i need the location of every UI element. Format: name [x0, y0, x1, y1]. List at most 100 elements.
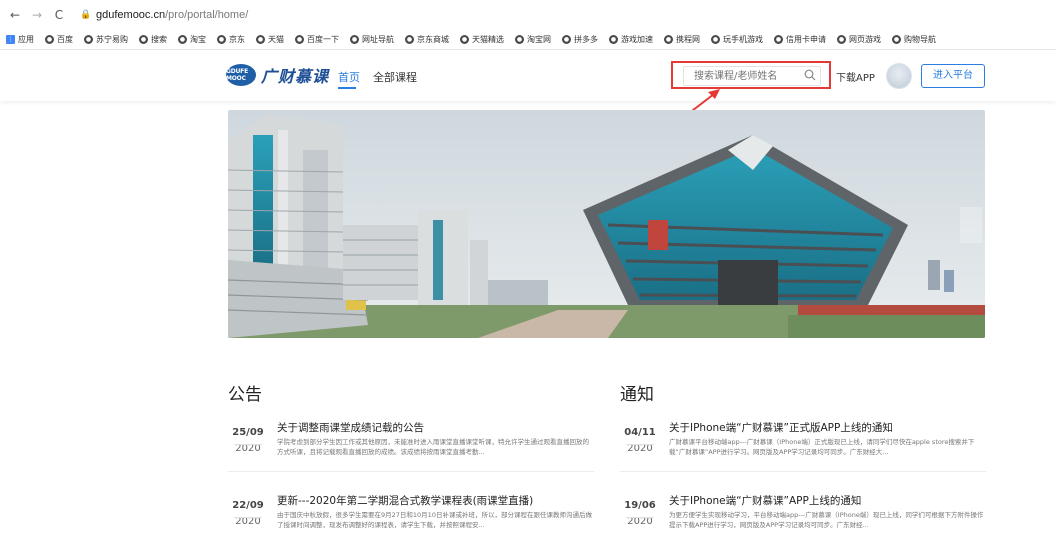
search-icon[interactable]: [804, 69, 816, 81]
notice-title[interactable]: 关于IPhone端“广财慕课”APP上线的通知: [669, 493, 861, 508]
globe-icon: ●: [664, 35, 673, 44]
bookmark-label: 天猫: [268, 35, 284, 44]
bookmark-label: 苏宁易购: [96, 35, 128, 44]
announcement-item[interactable]: 22/09 2020 更新---2020年第二学期混合式教学课程表(雨课堂直播)…: [228, 489, 594, 545]
notices-title: 通知: [620, 385, 654, 405]
bookmark-item[interactable]: ● 天猫: [256, 34, 284, 45]
bookmark-item[interactable]: ● 百度: [45, 34, 73, 45]
globe-icon: ●: [45, 35, 54, 44]
bookmark-item[interactable]: ● 购物导航: [892, 34, 936, 45]
bookmark-label: 游戏加速: [621, 35, 653, 44]
forward-icon[interactable]: →: [30, 8, 44, 22]
bookmark-label: 京东商城: [417, 35, 449, 44]
bookmark-item[interactable]: ● 百度一下: [295, 34, 339, 45]
globe-icon: ●: [711, 35, 720, 44]
date-divider: [234, 517, 262, 518]
notice-title[interactable]: 关于IPhone端“广财慕课”正式版APP上线的通知: [669, 420, 893, 435]
bookmark-label: 搜索: [151, 35, 167, 44]
date-divider: [626, 517, 654, 518]
bookmark-label: 信用卡申请: [786, 35, 826, 44]
announcement-desc: 由于国庆中秋放假，很多学生需要在9月27日和10月10日补课或补班，所以，部分课…: [277, 511, 592, 529]
bookmarks-bar: ⋮ 应用 ● 百度 ● 苏宁易购 ● 搜索 ● 淘宝 ● 京东 ● 天猫 ● 百度一下 ● 网址导…: [0, 30, 1056, 50]
globe-icon: ●: [295, 35, 304, 44]
globe-icon: ●: [217, 35, 226, 44]
divider: [228, 471, 594, 472]
date-month-day: 22/09: [232, 500, 264, 511]
bookmark-label: 京东: [229, 35, 245, 44]
bookmark-item[interactable]: ● 游戏加速: [609, 34, 653, 45]
globe-icon: ●: [774, 35, 783, 44]
divider: [620, 471, 986, 472]
announcements-title: 公告: [228, 385, 262, 405]
enter-platform-button[interactable]: 进入平台: [921, 64, 985, 88]
nav-home[interactable]: 首页: [338, 69, 360, 85]
reload-icon[interactable]: C: [52, 8, 66, 22]
announcement-title[interactable]: 关于调整雨课堂成绩记载的公告: [277, 420, 424, 435]
bookmark-label: 淘宝网: [527, 35, 551, 44]
bookmark-label: 玩手机游戏: [723, 35, 763, 44]
site-header: GDUFE MOOC 广财慕课 首页 全部课程 下载APP 进入平台: [0, 51, 1056, 101]
globe-icon: ●: [350, 35, 359, 44]
bookmark-item[interactable]: ● 京东: [217, 34, 245, 45]
download-app-link[interactable]: 下载APP: [836, 69, 875, 84]
bookmark-item[interactable]: ● 天猫精选: [460, 34, 504, 45]
search-input[interactable]: [683, 66, 821, 86]
back-icon[interactable]: ←: [8, 8, 22, 22]
url-text[interactable]: gdufemooc.cn/pro/portal/home/: [96, 9, 248, 21]
globe-icon: ●: [139, 35, 148, 44]
globe-icon: ●: [405, 35, 414, 44]
bookmark-item[interactable]: ● 苏宁易购: [84, 34, 128, 45]
bookmark-item[interactable]: ● 玩手机游戏: [711, 34, 763, 45]
date-divider: [234, 444, 262, 445]
bookmark-item[interactable]: ● 网页游戏: [837, 34, 881, 45]
apps-icon: ⋮: [6, 35, 15, 44]
lock-icon[interactable]: 🔒: [80, 9, 91, 21]
logo-mark: GDUFE MOOC: [226, 64, 256, 86]
bookmark-item[interactable]: ● 淘宝网: [515, 34, 551, 45]
url-domain: gdufemooc.cn: [96, 9, 166, 21]
bookmark-apps[interactable]: ⋮ 应用: [6, 34, 34, 45]
globe-icon: ●: [84, 35, 93, 44]
date-month-day: 04/11: [624, 427, 656, 438]
date-box: 04/11 2020: [620, 422, 660, 466]
bookmark-item[interactable]: ● 搜索: [139, 34, 167, 45]
globe-icon: ●: [256, 35, 265, 44]
bookmark-label: 天猫精选: [472, 35, 504, 44]
browser-address-bar: ← → C 🔒 gdufemooc.cn/pro/portal/home/: [0, 0, 1056, 30]
site-logo[interactable]: GDUFE MOOC 广财慕课: [226, 63, 329, 87]
bookmark-label: 淘宝: [190, 35, 206, 44]
bookmark-item[interactable]: ● 网址导航: [350, 34, 394, 45]
globe-icon: ●: [562, 35, 571, 44]
bookmark-item[interactable]: ● 携程网: [664, 34, 700, 45]
notice-item[interactable]: 04/11 2020 关于IPhone端“广财慕课”正式版APP上线的通知 广财…: [620, 416, 986, 472]
bookmark-label: 百度: [57, 35, 73, 44]
logo-text: 广财慕课: [261, 67, 330, 86]
date-box: 22/09 2020: [228, 495, 268, 539]
bookmark-item[interactable]: ● 拼多多: [562, 34, 598, 45]
nav-active-indicator: [338, 87, 356, 89]
notice-desc: 为更方便学生实现移动学习，平台移动端app---广财慕课（IPhone端）现已上…: [669, 511, 984, 529]
announcement-item[interactable]: 25/09 2020 关于调整雨课堂成绩记载的公告 学院考虑到部分学生因工作或其…: [228, 416, 594, 472]
bookmark-label: 应用: [18, 35, 34, 44]
notice-item[interactable]: 19/06 2020 关于IPhone端“广财慕课”APP上线的通知 为更方便学…: [620, 489, 986, 545]
announcement-desc: 学院考虑到部分学生因工作或其他原因，未能准时进入雨课堂直播课堂听课，特允许学生通…: [277, 438, 589, 456]
bookmark-item[interactable]: ● 信用卡申请: [774, 34, 826, 45]
bookmark-item[interactable]: ● 京东商城: [405, 34, 449, 45]
globe-icon: ●: [609, 35, 618, 44]
date-month-day: 25/09: [232, 427, 264, 438]
date-month-day: 19/06: [624, 500, 656, 511]
nav-all-courses[interactable]: 全部课程: [373, 69, 417, 85]
announcement-title[interactable]: 更新---2020年第二学期混合式教学课程表(雨课堂直播): [277, 493, 533, 508]
banner-next-arrow[interactable]: [960, 207, 982, 243]
avatar[interactable]: [886, 63, 912, 89]
notice-desc: 广财慕课平台移动端app---广财慕课（IPhone端）正式版现已上线，请同学们…: [669, 438, 975, 456]
url-path: /pro/portal/home/: [165, 9, 249, 21]
bookmark-label: 购物导航: [904, 35, 936, 44]
globe-icon: ●: [460, 35, 469, 44]
bookmark-label: 网址导航: [362, 35, 394, 44]
bookmark-label: 百度一下: [307, 35, 339, 44]
banner-image[interactable]: [228, 110, 985, 338]
globe-icon: ●: [837, 35, 846, 44]
bookmark-item[interactable]: ● 淘宝: [178, 34, 206, 45]
globe-icon: ●: [892, 35, 901, 44]
